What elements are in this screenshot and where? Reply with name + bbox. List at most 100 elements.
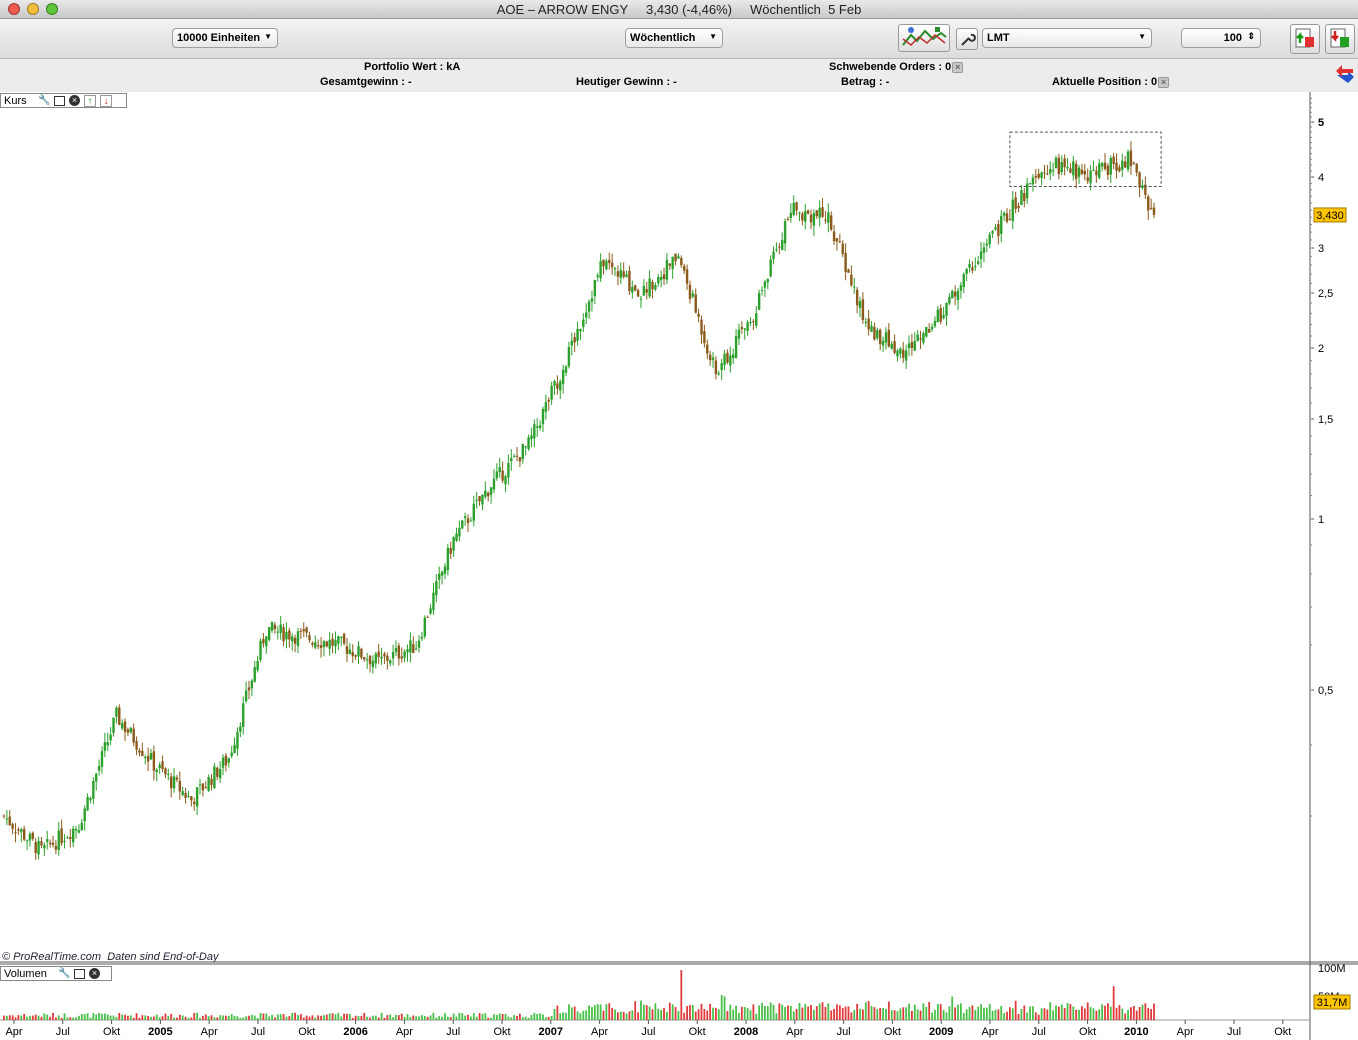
volume-bar xyxy=(936,1003,939,1020)
volume-bar xyxy=(1040,1008,1043,1020)
total-gain: Gesamtgewinn : - xyxy=(320,76,412,88)
volume-bar xyxy=(913,1004,916,1020)
volume-bar xyxy=(268,1016,271,1020)
volume-bar xyxy=(735,1005,737,1020)
volume-bar xyxy=(717,1009,720,1020)
volume-bar xyxy=(1153,1003,1155,1020)
candle-body xyxy=(475,499,478,501)
volume-bar xyxy=(101,1013,103,1020)
volume-bar xyxy=(461,1013,464,1020)
close-icon[interactable]: × xyxy=(1158,76,1170,88)
x-tick-label: Jul xyxy=(1227,1026,1241,1038)
volume-bar xyxy=(671,1004,674,1020)
chart-trading-button[interactable] xyxy=(898,24,950,52)
candle-body xyxy=(561,369,565,384)
volume-bar xyxy=(622,1011,625,1020)
volume-bar xyxy=(729,1004,732,1020)
order-settings-button[interactable] xyxy=(956,28,978,50)
sync-arrows-icon[interactable] xyxy=(1334,65,1356,87)
volume-bar xyxy=(274,1017,276,1020)
wrench-icon[interactable]: 🔧 xyxy=(38,95,50,107)
candle-body xyxy=(714,360,718,375)
volume-panel-label[interactable]: Volumen 🔧 × xyxy=(0,966,112,981)
volume-bar xyxy=(389,1014,392,1020)
chevron-down-icon: ▼ xyxy=(264,32,272,41)
candle-body xyxy=(1014,197,1017,209)
close-icon[interactable]: × xyxy=(952,61,964,73)
sell-order-button[interactable] xyxy=(1325,24,1355,54)
candle-body xyxy=(991,230,994,234)
volume-bar xyxy=(524,1016,527,1020)
x-tick-label: Apr xyxy=(201,1026,218,1038)
candle-body xyxy=(129,727,133,733)
candle-body xyxy=(1115,162,1118,171)
candle-body xyxy=(530,435,533,440)
candle-body xyxy=(795,202,798,211)
volume-bar xyxy=(432,1012,435,1020)
window-icon[interactable] xyxy=(54,95,65,106)
volume-bar xyxy=(40,1016,43,1020)
candle-body xyxy=(538,425,542,429)
volume-bar xyxy=(291,1012,294,1020)
volume-bar xyxy=(227,1015,230,1020)
candle-body xyxy=(233,744,236,753)
candle-body xyxy=(123,721,127,732)
candle-body xyxy=(798,212,801,214)
volume-bar xyxy=(26,1016,28,1020)
candle-body xyxy=(731,354,735,359)
volume-bar xyxy=(807,1006,810,1020)
volume-bar xyxy=(691,1005,694,1020)
candle-body xyxy=(720,363,723,371)
volume-bar xyxy=(1130,1007,1132,1020)
close-icon[interactable]: × xyxy=(69,95,80,106)
buy-order-button[interactable] xyxy=(1290,24,1320,54)
candle-body xyxy=(685,269,689,284)
volume-bar xyxy=(876,1009,879,1020)
candle-body xyxy=(501,470,504,481)
volume-bar xyxy=(550,1016,553,1020)
quantity-stepper[interactable]: 100 ⇕ xyxy=(1181,28,1261,48)
candle-body xyxy=(293,637,297,644)
volume-bar xyxy=(544,1017,547,1020)
close-icon[interactable]: × xyxy=(89,968,100,979)
volume-bar xyxy=(810,1004,812,1020)
candle-body xyxy=(582,319,585,328)
candle-body xyxy=(492,478,496,490)
volume-bar xyxy=(343,1013,346,1020)
price-panel-label[interactable]: Kurs 🔧 × ↑ ↓ xyxy=(0,93,127,108)
move-down-icon[interactable]: ↓ xyxy=(100,94,112,107)
volume-bar xyxy=(34,1014,37,1020)
volume-bar xyxy=(250,1014,253,1020)
volume-bar xyxy=(152,1016,155,1020)
wrench-icon xyxy=(961,33,976,46)
candle-body xyxy=(919,338,922,340)
candle-body xyxy=(536,426,539,428)
volume-bar xyxy=(340,1016,343,1020)
candle-body xyxy=(1106,165,1110,175)
move-up-icon[interactable]: ↑ xyxy=(84,94,96,107)
candle-body xyxy=(1083,170,1087,175)
units-select[interactable]: 10000 Einheiten ▼ xyxy=(172,28,278,48)
period-select[interactable]: Wöchentlich ▼ xyxy=(625,28,723,48)
candle-body xyxy=(1000,215,1003,234)
x-tick-label: Apr xyxy=(5,1026,22,1038)
volume-bar xyxy=(761,1002,763,1020)
window-icon[interactable] xyxy=(74,968,85,979)
volume-bar xyxy=(954,1007,957,1020)
candle-body xyxy=(625,274,628,278)
volume-bar xyxy=(54,1017,57,1020)
candle-body xyxy=(1072,161,1075,176)
wrench-icon[interactable]: 🔧 xyxy=(58,968,70,980)
candle-body xyxy=(22,829,26,840)
volume-bar xyxy=(467,1014,469,1020)
chart-canvas[interactable]: 5432,521,510,53,430100M50M31,7M AprJulOk… xyxy=(0,92,1358,1040)
candle-body xyxy=(1046,173,1049,175)
volume-bar xyxy=(951,996,954,1020)
candle-body xyxy=(54,845,58,850)
order-type-select[interactable]: LMT ▼ xyxy=(982,28,1152,48)
candle-body xyxy=(420,636,424,639)
candle-body xyxy=(988,234,991,245)
volume-bar xyxy=(905,1007,908,1020)
candle-body xyxy=(1077,167,1081,177)
candle-body xyxy=(881,340,885,346)
